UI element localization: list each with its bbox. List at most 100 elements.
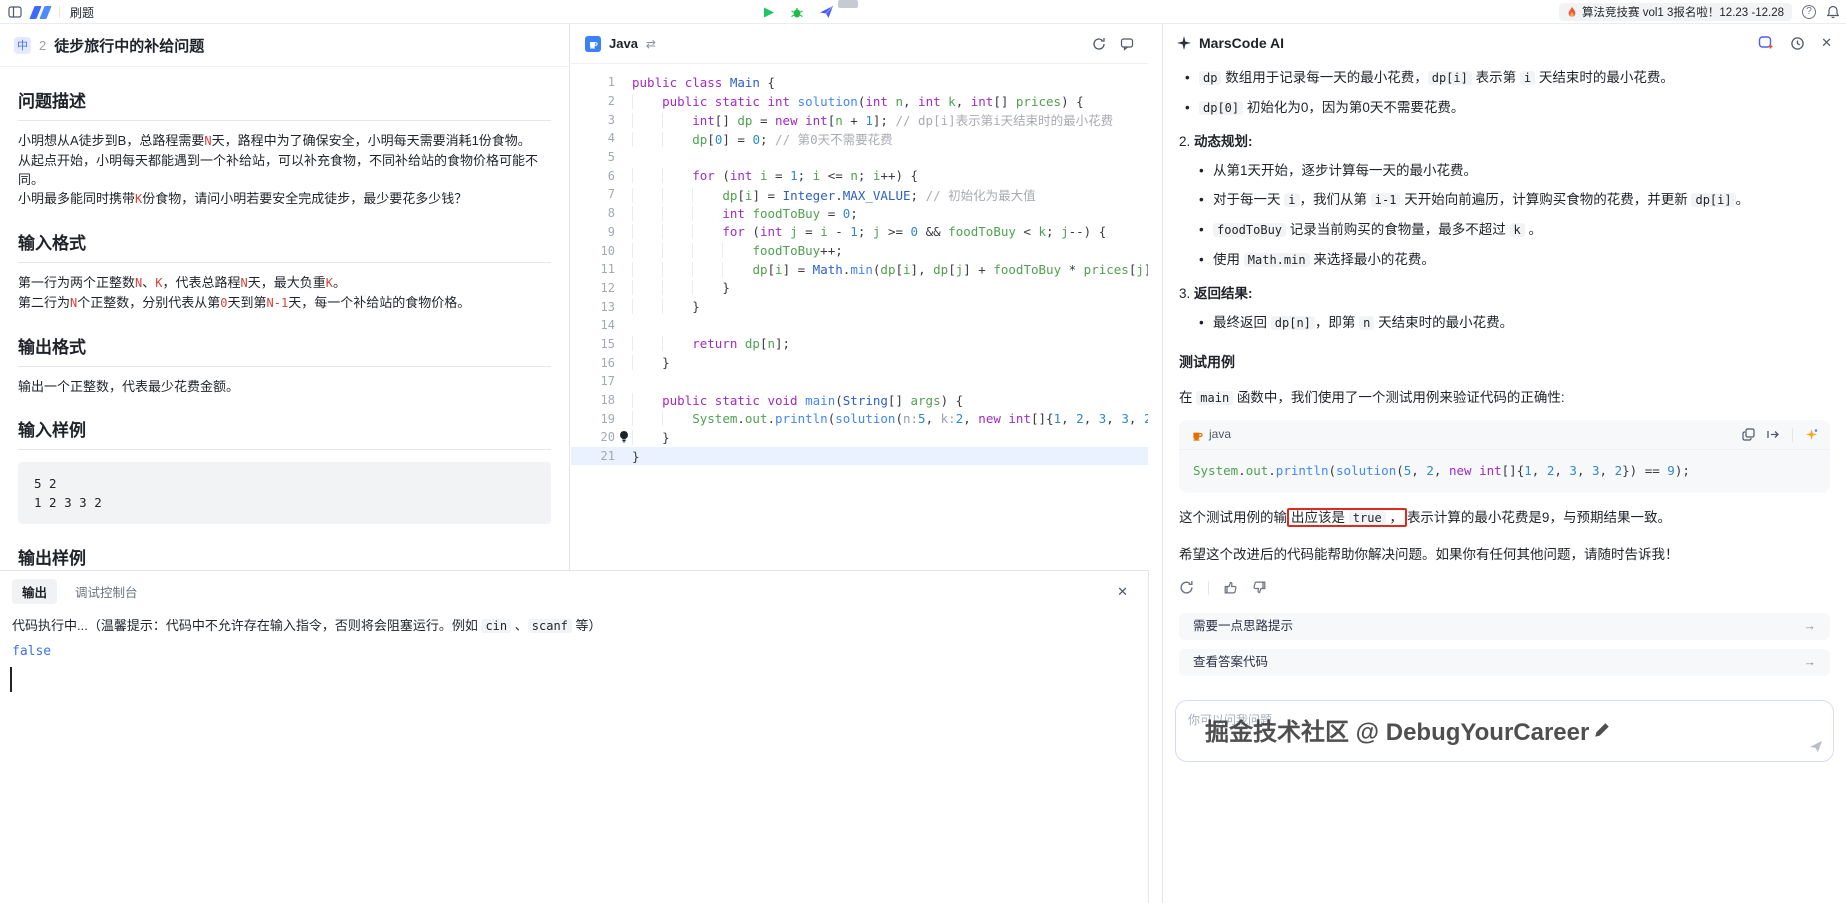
code-line-4[interactable]: 4 dp[0] = 0; // 第0天不需要花费 [571,129,1148,148]
new-chat-icon[interactable] [1758,35,1774,51]
code-line-12[interactable]: 12 } [571,279,1148,298]
section-heading-input-sample: 输入样例 [18,416,551,450]
line-number: 13 [571,300,615,314]
line-number: 11 [571,262,615,276]
copy-code-icon[interactable] [1742,428,1755,441]
problem-title: 徒步旅行中的补给问题 [54,35,204,56]
quick-fix-lightbulb-icon[interactable] [615,431,632,443]
chat-code-block: java System.out.println(s [1179,420,1830,493]
code-line-14[interactable]: 14 [571,316,1148,335]
code-line-17[interactable]: 17 [571,372,1148,391]
line-number: 5 [571,150,615,164]
ai-sparkle-icon[interactable] [1805,428,1818,441]
debug-button[interactable] [790,6,804,19]
code-line-7[interactable]: 7 dp[i] = Integer.MAX_VALUE; // 初始化为最大值 [571,185,1148,204]
code-line-21[interactable]: 21} [571,447,1148,466]
code-line-13[interactable]: 13 } [571,297,1148,316]
notification-bell-icon[interactable] [1826,5,1840,19]
chat-code[interactable]: System.out.println(solution(5, 2, new in… [1179,450,1830,493]
menu-item-practice[interactable]: 刷题 [70,4,94,21]
code-line-2[interactable]: 2 public static int solution(int n, int … [571,92,1148,111]
chat-paragraph: 在 main 函数中，我们使用了一个测试用例来验证代码的正确性: [1179,386,1830,410]
code-line-6[interactable]: 6 for (int i = 1; i <= n; i++) { [571,166,1148,185]
close-console-icon[interactable]: ✕ [1117,584,1136,600]
divider [1208,581,1209,595]
line-number: 17 [571,374,615,388]
line-number: 9 [571,225,615,239]
chat-input[interactable] [1176,701,1833,761]
problem-text-line: 第二行为N个正整数，分别代表从第0天到第N-1天，每一个补给站的食物价格。 [18,293,551,313]
section-heading-input-format: 输入格式 [18,229,551,263]
help-icon[interactable]: ? [1802,5,1816,19]
chat-bullet: 使用 Math.min 来选择最小的花费。 [1193,248,1830,272]
flame-icon [1567,6,1577,19]
switch-language-icon[interactable]: ⇄ [646,37,656,51]
suggestion-hint-button[interactable]: 需要一点思路提示→ [1179,613,1830,640]
console-result: false [12,642,1136,661]
code-area[interactable]: 1public class Main {2 public static int … [571,64,1148,465]
problem-text-line: 小明最多能同时携带K份食物，请问小明若要安全完成徒步，最少要花多少钱？ [18,189,551,209]
output-console-pane: 输出 调试控制台 ✕ 代码执行中...（温馨提示：代码中不允许存在输入指令，否则… [0,570,1149,903]
line-number: 4 [571,131,615,145]
line-number: 21 [571,449,615,463]
thumbs-down-icon[interactable] [1252,580,1267,595]
section-heading-output-format: 输出格式 [18,333,551,367]
code-line-5[interactable]: 5 [571,148,1148,167]
chat-list-label: 2. 动态规划: [1179,130,1830,153]
tab-output[interactable]: 输出 [12,579,57,604]
contest-banner[interactable]: 算法竞技赛 vol1 3报名啦！12.23 -12.28 [1559,3,1792,21]
line-number: 7 [571,187,615,201]
feedback-icon[interactable] [1120,37,1134,51]
chat-message: dp 数组用于记录每一天的最小花费，dp[i] 表示第 i 天结束时的最小花费。… [1163,62,1846,676]
code-line-10[interactable]: 10 foodToBuy++; [571,241,1148,260]
arrow-right-icon: → [1804,651,1817,674]
code-editor-pane: Java ⇄ 1public class Main {2 public stat… [571,24,1148,570]
chat-subheading: 测试用例 [1179,351,1830,374]
chat-bullet: foodToBuy 记录当前购买的食物量，最多不超过 k 。 [1193,218,1830,242]
insert-code-icon[interactable] [1767,428,1780,441]
java-cup-icon [1191,429,1203,441]
code-line-8[interactable]: 8 int foodToBuy = 0; [571,204,1148,223]
submit-button[interactable] [819,5,834,19]
tab-debug-console[interactable]: 调试控制台 [75,582,138,601]
difficulty-badge: 中 [14,37,31,54]
chat-input-box[interactable] [1175,700,1834,762]
line-number: 18 [571,393,615,407]
problem-text-line: 小明想从A徒步到B，总路程需要N天，路程中为了确保安全，小明每天需要消耗1份食物… [18,131,551,151]
code-line-20[interactable]: 20 } [571,428,1148,447]
reset-code-icon[interactable] [1092,37,1106,51]
code-line-16[interactable]: 16 } [571,353,1148,372]
code-line-3[interactable]: 3 int[] dp = new int[n + 1]; // dp[i]表示第… [571,110,1148,129]
chat-paragraph-closing: 希望这个改进后的代码能帮助你解决问题。如果你有任何其他问题，请随时告诉我！ [1179,543,1830,566]
history-icon[interactable] [1790,36,1805,51]
chat-bullet: 从第1天开始，逐步计算每一天的最小花费。 [1193,159,1830,182]
divider [59,6,60,18]
chat-paragraph-result: 这个测试用例的输出应该是 true ，表示计算的最小花费是9，与预期结果一致。 [1179,505,1830,531]
code-line-15[interactable]: 15 return dp[n]; [571,335,1148,354]
marscode-logo[interactable] [32,6,49,19]
language-selector[interactable]: Java [609,36,638,51]
panel-toggle-icon[interactable] [8,5,22,19]
regenerate-icon[interactable] [1179,580,1194,595]
topbar: 刷题 算法竞技赛 vol1 3报名啦！12.23 -12.28 ? [0,0,1846,24]
sparkle-icon [1177,36,1191,50]
code-line-1[interactable]: 1public class Main { [571,73,1148,92]
input-sample-block: 5 2 1 2 3 3 2 [18,462,551,524]
console-message: 代码执行中...（温馨提示：代码中不允许存在输入指令，否则将会阻塞运行。例如 c… [12,616,1136,636]
send-icon[interactable] [1809,740,1823,753]
thumbs-up-icon[interactable] [1223,580,1238,595]
chat-title: MarsCode AI [1199,35,1284,51]
close-chat-icon[interactable]: ✕ [1821,35,1832,51]
line-number: 16 [571,356,615,370]
line-number: 19 [571,412,615,426]
marscode-ai-pane: MarsCode AI ✕ dp 数组用于记录每一天的最小花费，dp[i] 表示… [1162,24,1846,903]
code-line-18[interactable]: 18 public static void main(String[] args… [571,391,1148,410]
code-line-9[interactable]: 9 for (int j = i - 1; j >= 0 && foodToBu… [571,223,1148,242]
run-button[interactable] [762,6,775,19]
line-number: 2 [571,94,615,108]
problem-text-line: 输出一个正整数，代表最少花费金额。 [18,377,551,396]
line-number: 1 [571,75,615,89]
code-line-19[interactable]: 19 System.out.println(solution(n:5, k:2,… [571,409,1148,428]
suggestion-answer-button[interactable]: 查看答案代码→ [1179,649,1830,676]
code-line-11[interactable]: 11 dp[i] = Math.min(dp[i], dp[j] + foodT… [571,260,1148,279]
